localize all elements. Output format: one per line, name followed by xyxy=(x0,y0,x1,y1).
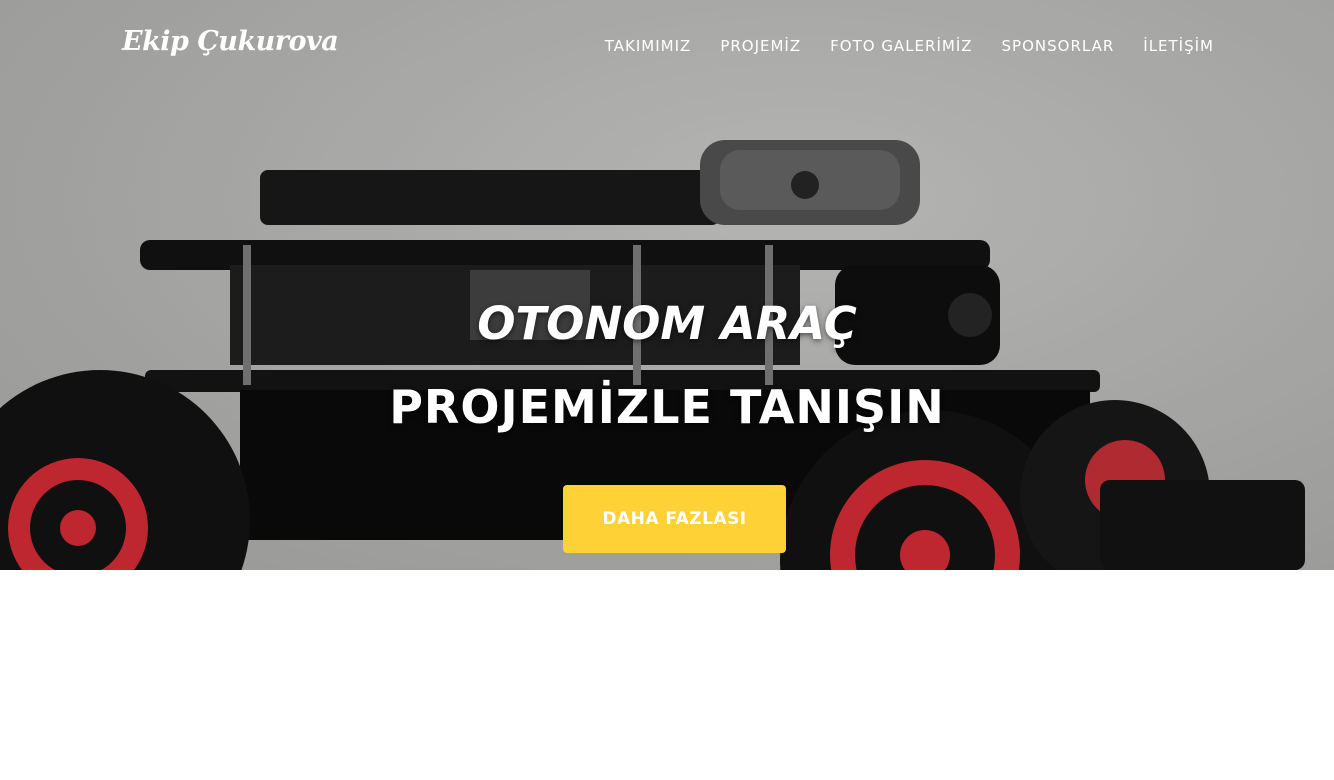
nav-item-takimimiz[interactable]: TAKIMIMIZ xyxy=(605,37,692,55)
hero-subheading: OTONOM ARAÇ xyxy=(477,297,857,350)
nav-item-iletisim[interactable]: İLETİŞİM xyxy=(1143,37,1214,55)
nav-item-projemiz[interactable]: PROJEMİZ xyxy=(720,37,801,55)
nav-item-sponsorlar[interactable]: SPONSORLAR xyxy=(1002,37,1115,55)
nav-item-foto-galerimiz[interactable]: FOTO GALERİMİZ xyxy=(830,37,972,55)
brand-logo[interactable]: Ekip Çukurova xyxy=(122,26,339,57)
top-navigation: Ekip Çukurova TAKIMIMIZ PROJEMİZ FOTO GA… xyxy=(0,0,1334,95)
content-area xyxy=(0,570,1334,780)
hero-heading: PROJEMİZLE TANIŞIN xyxy=(389,380,945,434)
hero-section: Ekip Çukurova TAKIMIMIZ PROJEMİZ FOTO GA… xyxy=(0,0,1334,570)
more-info-button[interactable]: DAHA FAZLASI xyxy=(563,485,786,553)
main-menu: TAKIMIMIZ PROJEMİZ FOTO GALERİMİZ SPONSO… xyxy=(605,37,1214,55)
